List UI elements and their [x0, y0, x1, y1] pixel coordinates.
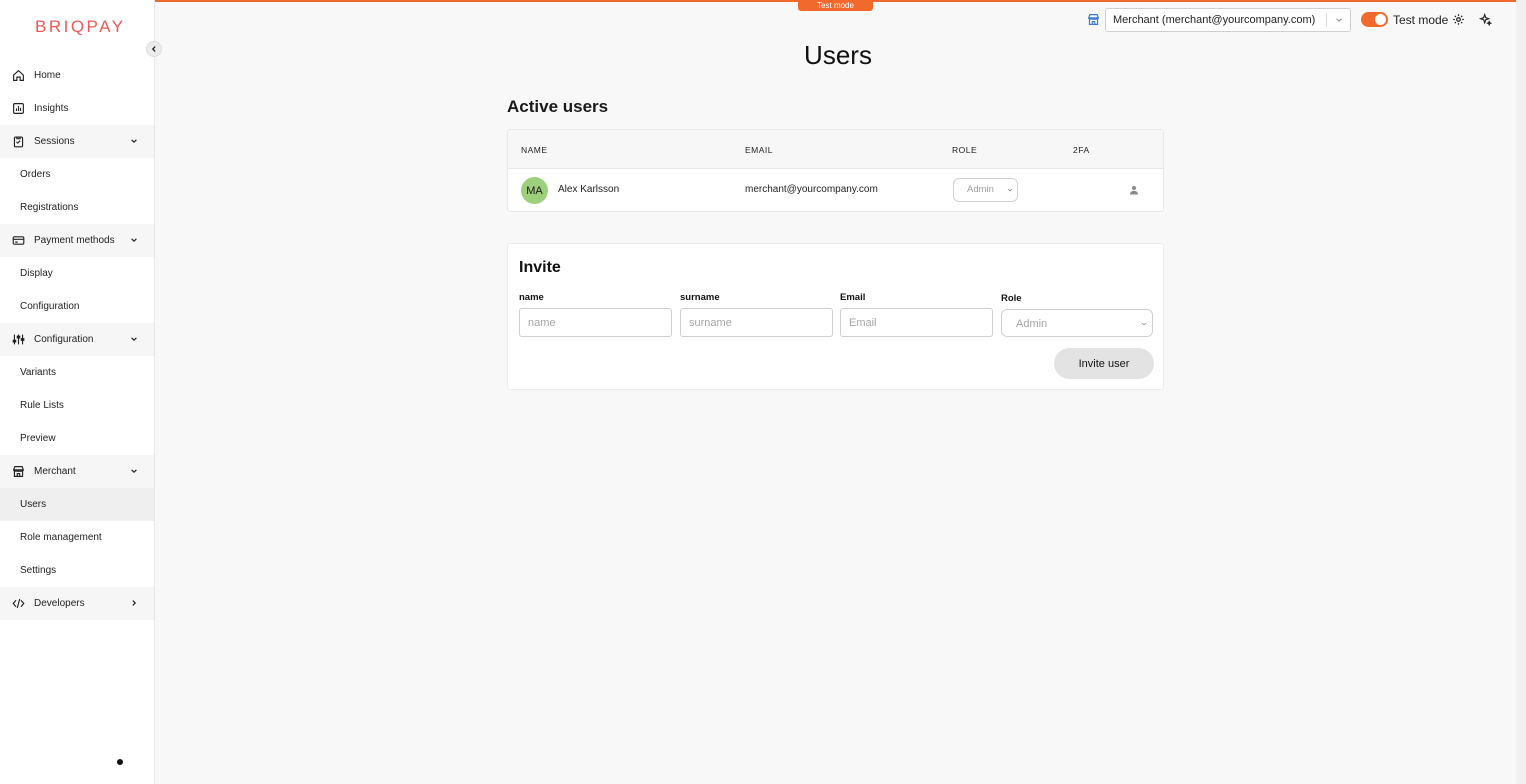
chevron-down-icon — [1007, 187, 1013, 193]
chevron-down-icon — [1335, 16, 1343, 24]
sidebar-item-orders[interactable]: Orders — [0, 158, 154, 191]
store-icon — [12, 465, 25, 478]
store-icon — [1087, 13, 1100, 26]
active-users-table: NAME EMAIL ROLE 2FA MA Alex Karlsson mer… — [507, 129, 1164, 212]
merchant-select-value: Merchant (merchant@yourcompany.com) — [1113, 14, 1316, 26]
sidebar-item-label: Configuration — [34, 334, 94, 345]
sidebar-item-label: Insights — [34, 103, 69, 114]
sparkle-icon[interactable] — [1479, 13, 1492, 26]
sidebar-item-label: Display — [20, 268, 53, 279]
sidebar-item-configuration[interactable]: Configuration — [0, 323, 154, 356]
collapse-sidebar-button[interactable] — [146, 41, 162, 57]
clipboard-icon — [12, 135, 25, 148]
merchant-select[interactable]: Merchant (merchant@yourcompany.com) — [1105, 8, 1351, 32]
sidebar-item-rule-lists[interactable]: Rule Lists — [0, 389, 154, 422]
table-header: NAME EMAIL ROLE 2FA — [508, 130, 1163, 169]
chevron-left-icon — [151, 46, 156, 52]
sidebar-item-users[interactable]: Users — [0, 488, 154, 521]
chart-icon — [12, 102, 25, 115]
invite-role-select[interactable]: Admin — [1001, 309, 1153, 337]
avatar: MA — [521, 177, 548, 204]
sidebar-item-label: Payment methods — [34, 235, 115, 246]
sidebar-item-developers[interactable]: Developers — [0, 587, 154, 620]
surname-label: surname — [680, 292, 720, 303]
test-mode-label: Test mode — [1393, 13, 1449, 27]
sidebar-item-label: Registrations — [20, 202, 79, 213]
sidebar-item-merchant[interactable]: Merchant — [0, 455, 154, 488]
sidebar-item-label: Rule Lists — [20, 400, 64, 411]
invite-card: Invite name surname Email Role Admin Inv… — [507, 243, 1164, 390]
chevron-down-icon — [130, 335, 138, 343]
select-divider — [1326, 13, 1327, 27]
sidebar-item-payment-configuration[interactable]: Configuration — [0, 290, 154, 323]
sidebar-nav: Home Insights Sessions Orders Registrati… — [0, 59, 154, 620]
sidebar-item-preview[interactable]: Preview — [0, 422, 154, 455]
chevron-down-icon — [130, 236, 138, 244]
scrollbar-track[interactable] — [1516, 0, 1526, 784]
invite-title: Invite — [519, 259, 561, 276]
person-icon[interactable] — [1129, 185, 1139, 195]
sidebar-item-label: Sessions — [34, 136, 75, 147]
email-input[interactable] — [840, 308, 993, 337]
sidebar-item-settings[interactable]: Settings — [0, 554, 154, 587]
sliders-icon — [12, 333, 25, 346]
sidebar-item-label: Orders — [20, 169, 51, 180]
role-label: Role — [1001, 293, 1022, 304]
sidebar-item-label: Settings — [20, 565, 57, 576]
sidebar-item-label: Variants — [20, 367, 56, 378]
sidebar-item-insights[interactable]: Insights — [0, 92, 154, 125]
sidebar-item-label: Preview — [20, 433, 56, 444]
column-header-name[interactable]: NAME — [521, 145, 548, 155]
column-header-role[interactable]: ROLE — [952, 145, 977, 155]
home-icon — [12, 69, 25, 82]
column-header-2fa[interactable]: 2FA — [1073, 145, 1090, 155]
sidebar-item-registrations[interactable]: Registrations — [0, 191, 154, 224]
name-label: name — [519, 292, 544, 303]
sidebar-item-label: Merchant — [34, 466, 76, 477]
user-role-select[interactable]: Admin — [953, 178, 1018, 202]
table-row: MA Alex Karlsson merchant@yourcompany.co… — [508, 169, 1163, 211]
test-mode-badge: Test mode — [798, 0, 873, 11]
sidebar-item-label: Role management — [20, 532, 102, 543]
email-label: Email — [840, 292, 866, 303]
test-mode-toggle[interactable] — [1361, 12, 1388, 27]
user-email: merchant@yourcompany.com — [745, 184, 878, 195]
role-select-value: Admin — [967, 184, 994, 195]
gear-icon[interactable] — [1452, 13, 1465, 26]
sidebar-item-home[interactable]: Home — [0, 59, 154, 92]
sidebar-item-label: Configuration — [20, 301, 80, 312]
chevron-down-icon — [130, 137, 138, 145]
card-icon — [12, 234, 25, 247]
sidebar-item-label: Home — [34, 70, 61, 81]
column-header-email[interactable]: EMAIL — [745, 145, 773, 155]
chevron-down-icon — [130, 467, 138, 475]
sidebar: BRIQPAY Home Insights Sessions Orders Re… — [0, 0, 155, 784]
page-title: Users — [804, 40, 872, 70]
chevron-down-icon — [1141, 321, 1147, 327]
sidebar-item-role-management[interactable]: Role management — [0, 521, 154, 554]
surname-input[interactable] — [680, 308, 833, 337]
briqpay-logo[interactable]: BRIQPAY — [35, 17, 126, 37]
user-name: Alex Karlsson — [558, 184, 620, 195]
invite-user-button[interactable]: Invite user — [1054, 348, 1154, 379]
sidebar-item-variants[interactable]: Variants — [0, 356, 154, 389]
sidebar-item-payment-methods[interactable]: Payment methods — [0, 224, 154, 257]
chevron-right-icon — [130, 599, 138, 607]
sidebar-item-label: Users — [20, 499, 47, 510]
role-select-value: Admin — [1016, 318, 1048, 330]
name-input[interactable] — [519, 308, 672, 337]
status-dot — [117, 759, 123, 765]
active-users-title: Active users — [507, 97, 609, 116]
sidebar-item-sessions[interactable]: Sessions — [0, 125, 154, 158]
sidebar-item-display[interactable]: Display — [0, 257, 154, 290]
code-icon — [12, 597, 25, 610]
sidebar-item-label: Developers — [34, 598, 85, 609]
